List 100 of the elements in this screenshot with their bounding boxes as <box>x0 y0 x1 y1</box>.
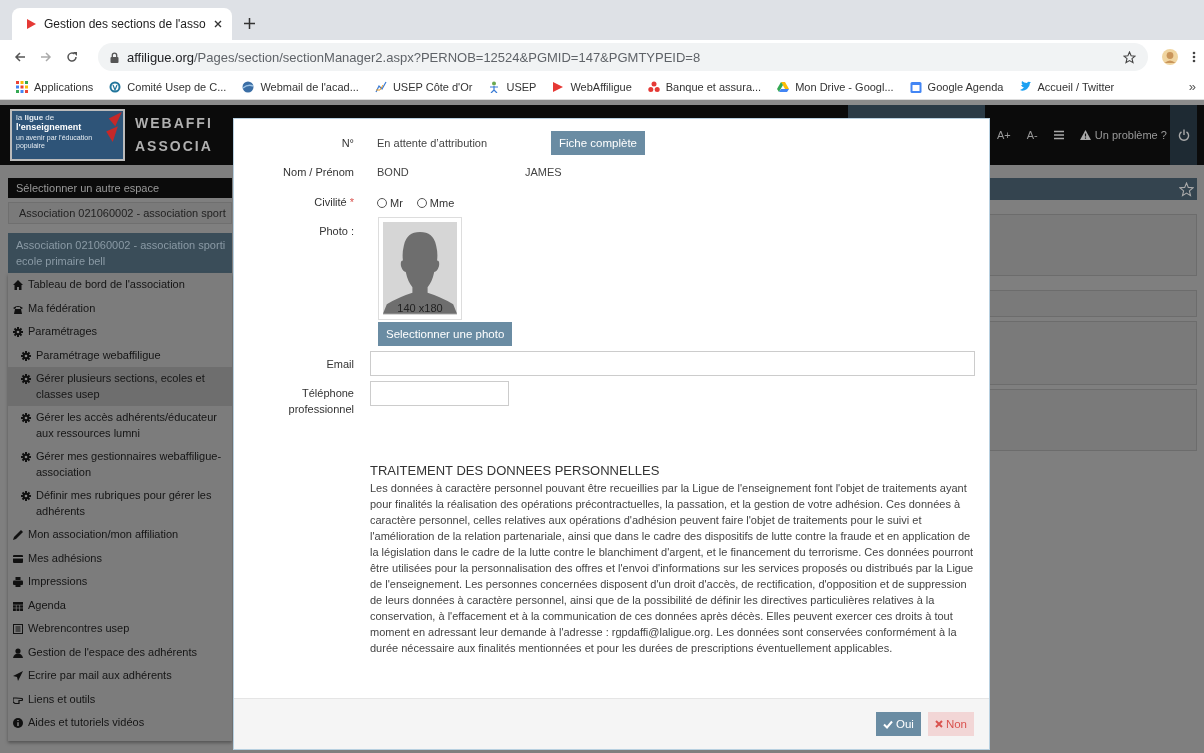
warning-icon <box>1079 130 1091 140</box>
sidebar-item[interactable]: Gérer plusieurs sections, ecoles et classes usep <box>8 367 232 406</box>
font-size-decrease-button[interactable]: A- <box>1026 129 1038 141</box>
gear-icon <box>21 491 31 501</box>
play-triangle-icon <box>26 19 36 29</box>
sidebar-item[interactable]: Liens et outils <box>8 687 232 711</box>
back-arrow-icon[interactable] <box>14 51 26 63</box>
logo-text: l'enseignement <box>16 122 83 132</box>
bookmark-link[interactable]: Webmail de l'acad... <box>242 80 359 93</box>
triangle-logo-icon <box>777 80 790 93</box>
sidebar-item[interactable]: Définir mes rubriques pour gérer les adhérents <box>8 484 232 523</box>
field-label: Email <box>325 357 354 370</box>
sidebar-item[interactable]: Ma fédération <box>8 296 232 320</box>
sidebar-item[interactable]: Paramétrage webaffiligue <box>8 343 232 367</box>
more-bookmarks-button[interactable]: » <box>1188 79 1196 94</box>
sidebar-item[interactable]: Ecrire par mail aux adhérents <box>8 664 232 688</box>
user-icon <box>13 647 23 658</box>
calendar-icon <box>909 80 922 93</box>
apps-grid-icon <box>16 80 28 93</box>
plus-icon[interactable] <box>243 18 255 29</box>
figure-icon <box>488 80 501 93</box>
circle-logo-icon <box>109 80 122 93</box>
bookmark-link[interactable]: USEP Côte d'Or <box>374 80 473 93</box>
play-triangle-icon <box>552 80 565 93</box>
pointing-hand-icon <box>13 694 23 705</box>
full-record-button[interactable]: Fiche complète <box>551 131 645 155</box>
sidebar-item[interactable]: Aides et tutoriels vidéos <box>8 711 232 735</box>
space-heading: Sélectionner un autre espace <box>8 178 232 198</box>
yes-button[interactable]: Oui <box>876 712 921 736</box>
lock-icon <box>110 51 119 63</box>
check-icon <box>883 719 893 729</box>
reload-icon[interactable] <box>66 51 78 63</box>
required-mark: * <box>349 196 354 208</box>
field-label: Civilité <box>314 196 347 208</box>
space-select-field[interactable]: Association 021060002 - association sport <box>8 202 232 224</box>
section-title: TRAITEMENT DES DONNEES PERSONNELLES <box>370 463 661 478</box>
home-icon <box>13 280 23 290</box>
field-label: N° <box>340 137 354 149</box>
address-bar[interactable]: affiligue.org/Pages/section/sectionManager2.aspx?PERNOB=12524&PGMID=147&PGMTYPEID=8 <box>98 43 1148 71</box>
select-photo-button[interactable]: Selectionner une photo <box>378 322 513 346</box>
last-name-value: BOND <box>376 166 410 178</box>
bookmark-link[interactable]: WebAffiligue <box>552 80 632 93</box>
email-field[interactable] <box>370 351 975 376</box>
association-header: Association 021060002 - association sporti ecole primaire bell <box>8 233 232 273</box>
power-icon[interactable] <box>1177 129 1190 141</box>
list-icon <box>13 624 23 634</box>
bookmark-link[interactable]: Applications <box>16 80 94 93</box>
privacy-text: Les données à caractère personnel pouvant être recueillies par la Ligue de l'enseignement font l'objet de traitements ayant pour finalités la réalisation des opérations précontractuelles, la passation, et la gestion de votre adhésion. Ces données à caractère personnel, celles relatives aux opérations d'adhésion peuvent faire l'objet de traitements pour le suivi et l'amélioration de la relation partenariale, ainsi que dans le cadre des dispositifs de lutte contre la fraude et en application de la législation dans le cadre de la lutte contre le blanchiment d'argent, et le financement du terrorisme. Ces données pourront être utilisées pour la personnalisation des offres et l'envoi d'informations sur les services proposés ou distribués par la Ligue de l'enseignement. Les personnes concernées disposent d'un droit d'accès, de rectification, d'opposition et de suppression de leurs données à caractère personnel, ainsi que de la possibilité de définir les directives particulières relatives à la conservation, à l'effacement et à la communication de ces données après décès. Elles peuvent exercer ces droits à tout moment en adressant leur demande à l'adresse : rgpdaffi@laligue.org. Les données sont conservées conformément à la durée nécessaire aux finalités mentionnées et pour les durées de prescriptions éventuellement applicables. <box>370 481 974 656</box>
flag-triangle-icon <box>106 112 122 142</box>
radio-option[interactable]: Mme <box>416 197 455 209</box>
no-button[interactable]: Non <box>927 712 974 736</box>
browser-tab[interactable]: Gestion des sections de l'asso <box>12 8 232 40</box>
sidebar-item[interactable]: Gérer mes gestionnaires webaffiligue- association <box>8 445 232 484</box>
field-label: Téléphone professionnel <box>287 386 354 417</box>
phone-field[interactable] <box>370 381 509 406</box>
info-icon <box>13 718 23 728</box>
field-label: Nom / Prénom <box>282 166 354 178</box>
sidebar-item[interactable]: Impressions <box>8 570 232 594</box>
card-icon <box>13 553 23 564</box>
sidebar-item[interactable]: Agenda <box>8 593 232 617</box>
line-chart-icon <box>374 80 387 93</box>
sidebar-item[interactable]: Mon association/mon affiliation <box>8 523 232 547</box>
menu-icon[interactable] <box>1053 130 1064 140</box>
profile-avatar-icon[interactable] <box>1162 49 1178 65</box>
gear-icon <box>21 413 31 423</box>
close-icon[interactable] <box>213 20 222 28</box>
sidebar-item[interactable]: Tableau de bord de l'association <box>8 273 232 297</box>
three-dots-icon <box>647 80 660 93</box>
paper-plane-icon <box>13 671 23 681</box>
sidebar-item[interactable]: Gestion de l'espace des adhérents <box>8 640 232 664</box>
radio-option[interactable]: Mr <box>377 197 403 209</box>
problem-link[interactable]: Un problème ? <box>1079 129 1167 141</box>
bookmark-link[interactable]: USEP <box>488 80 537 93</box>
close-icon <box>934 720 943 728</box>
pencil-icon <box>13 530 23 540</box>
number-value: En attente d’attribution <box>376 137 489 149</box>
sidebar-item[interactable]: Paramétrages <box>8 320 232 344</box>
star-icon[interactable] <box>1123 50 1136 64</box>
sidebar-item[interactable]: Webrencontres usep <box>8 617 232 641</box>
sidebar-item[interactable]: Mes adhésions <box>8 546 232 570</box>
bookmark-link[interactable]: Comité Usep de C... <box>109 80 227 93</box>
field-label: Photo : <box>318 224 354 237</box>
gear-icon <box>13 327 23 337</box>
gear-icon <box>21 452 31 462</box>
app-title: ASSOCIA <box>135 137 213 156</box>
font-size-increase-button[interactable]: A+ <box>997 129 1011 141</box>
printer-icon <box>13 577 23 587</box>
globe-icon <box>242 80 255 93</box>
star-icon[interactable] <box>1179 181 1194 197</box>
telephone-icon <box>13 303 23 314</box>
first-name-value: JAMES <box>524 166 562 178</box>
more-vertical-icon[interactable] <box>1192 51 1196 63</box>
logo-text: la ligue de <box>16 113 56 122</box>
photo-size-caption: 140 x180 <box>396 302 444 314</box>
bookmark-link[interactable]: Banque et assura... <box>647 80 762 93</box>
bookmark-link[interactable]: Google Agenda <box>909 80 1004 93</box>
bookmark-link[interactable]: Mon Drive - Googl... <box>777 80 894 93</box>
bird-icon <box>1019 80 1032 93</box>
sidebar-item[interactable]: Gérer les accès adhérents/éducateur aux ressources lumni <box>8 406 232 445</box>
bookmark-link[interactable]: Accueil / Twitter <box>1019 80 1115 93</box>
